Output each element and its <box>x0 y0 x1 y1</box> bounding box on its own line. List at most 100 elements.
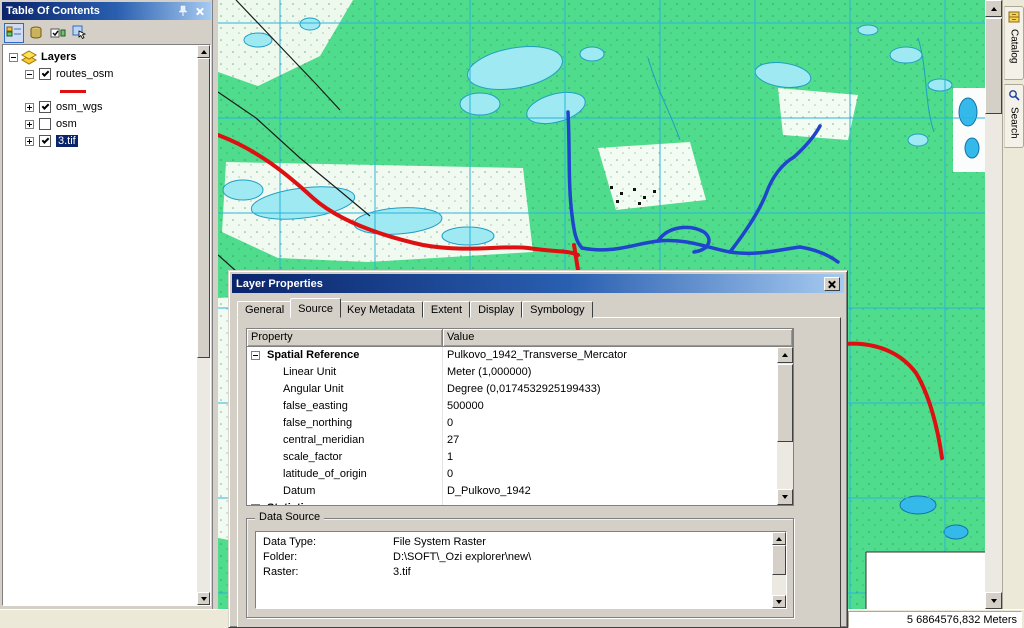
tab-general[interactable]: General <box>237 301 292 318</box>
layer-checkbox[interactable] <box>39 135 51 147</box>
list-by-visibility-button[interactable] <box>48 23 68 43</box>
value-cell <box>443 500 777 505</box>
property-cell: false_northing <box>247 415 443 432</box>
scroll-up-button[interactable] <box>197 45 210 58</box>
toc-tree-area: Layers routes_osm osm_wgsosm 3.tif <box>2 44 211 606</box>
toc-titlebar[interactable]: Table Of Contents <box>2 2 211 20</box>
column-header-property[interactable]: Property <box>247 329 443 347</box>
check-icon <box>42 102 50 110</box>
expander-minus-icon[interactable] <box>9 53 18 62</box>
value-cell: Pulkovo_1942_Transverse_Mercator <box>443 347 777 364</box>
close-icon[interactable] <box>192 5 207 18</box>
layer-item-routes-osm[interactable]: routes_osm <box>3 66 197 83</box>
arcmap-window: Table Of Contents Layers routes_osm osm_wg… <box>0 0 1024 628</box>
tab-display[interactable]: Display <box>470 301 522 318</box>
scroll-thumb[interactable] <box>985 18 1002 114</box>
layer-item-3-tif[interactable]: 3.tif <box>3 133 197 150</box>
side-tab-label: Catalog <box>1009 29 1020 63</box>
grid-row-spatial-reference[interactable]: Spatial ReferencePulkovo_1942_Transverse… <box>247 347 777 364</box>
layer-checkbox[interactable] <box>39 68 51 80</box>
side-tab-search[interactable]: Search <box>1004 84 1024 148</box>
property-name: Linear Unit <box>283 366 336 378</box>
autohide-tab-strip: Catalog Search <box>1002 0 1024 609</box>
grid-row-linear-unit[interactable]: Linear UnitMeter (1,000000) <box>247 364 777 381</box>
side-tab-label: Search <box>1009 107 1020 139</box>
scroll-up-button[interactable] <box>985 0 1002 17</box>
scroll-down-button[interactable] <box>772 595 786 608</box>
tab-source[interactable]: Source <box>290 298 341 318</box>
tab-symbology[interactable]: Symbology <box>522 301 592 318</box>
column-header-value[interactable]: Value <box>443 329 793 347</box>
field-label: Folder: <box>263 551 393 566</box>
tab-key-metadata[interactable]: Key Metadata <box>339 301 423 318</box>
map-scrollbar[interactable] <box>985 0 1002 609</box>
layer-checkbox[interactable] <box>39 101 51 113</box>
value-cell: 0 <box>443 466 777 483</box>
groupbox-label: Data Source <box>255 511 324 523</box>
check-icon <box>42 69 50 77</box>
expander-plus-icon[interactable] <box>251 504 260 505</box>
list-by-source-button[interactable] <box>26 23 46 43</box>
layer-label[interactable]: osm <box>56 118 77 130</box>
property-cell: Angular Unit <box>247 381 443 398</box>
property-grid: Property Value Spatial ReferencePulkovo_… <box>246 328 794 506</box>
property-name: Angular Unit <box>283 383 344 395</box>
property-value: Degree (0,0174532925199433) <box>447 383 601 395</box>
toc-scrollbar[interactable] <box>197 45 210 605</box>
scroll-up-button[interactable] <box>777 347 793 363</box>
layer-label[interactable]: osm_wgs <box>56 101 102 113</box>
scroll-up-button[interactable] <box>772 532 786 545</box>
tab-extent[interactable]: Extent <box>423 301 470 318</box>
layer-label[interactable]: 3.tif <box>56 135 78 147</box>
expander-minus-icon[interactable] <box>25 70 34 79</box>
expander-plus-icon[interactable] <box>25 103 34 112</box>
grid-row-latitude-of-origin[interactable]: latitude_of_origin0 <box>247 466 777 483</box>
property-value: 0 <box>447 417 453 429</box>
pin-icon[interactable] <box>175 5 190 18</box>
property-value: 0 <box>447 468 453 480</box>
search-icon <box>1008 89 1020 104</box>
table-of-contents-panel: Table Of Contents Layers routes_osm osm_wg… <box>0 0 213 609</box>
layer-legend-symbol[interactable] <box>60 90 86 93</box>
grid-scrollbar[interactable] <box>777 347 793 505</box>
layer-checkbox[interactable] <box>39 118 51 130</box>
scroll-down-button[interactable] <box>985 592 1002 609</box>
property-cell: Linear Unit <box>247 364 443 381</box>
scroll-down-button[interactable] <box>777 489 793 505</box>
dialog-title: Layer Properties <box>236 278 824 290</box>
dialog-titlebar[interactable]: Layer Properties <box>232 274 844 293</box>
data-source-textbox[interactable]: Data Type:File System RasterFolder:D:\SO… <box>255 531 787 609</box>
grid-row-statistics[interactable]: Statistics <box>247 500 777 505</box>
close-icon[interactable] <box>824 277 840 291</box>
source-tab-page: Property Value Spatial ReferencePulkovo_… <box>237 317 841 628</box>
grid-row-scale-factor[interactable]: scale_factor1 <box>247 449 777 466</box>
layer-label[interactable]: routes_osm <box>56 68 113 80</box>
data-source-groupbox: Data Source Data Type:File System Raster… <box>246 518 794 618</box>
grid-row-angular-unit[interactable]: Angular Unit Degree (0,0174532925199433) <box>247 381 777 398</box>
expander-minus-icon[interactable] <box>251 351 260 360</box>
data-source-text: Data Type:File System RasterFolder:D:\SO… <box>256 536 771 608</box>
list-by-selection-button[interactable] <box>70 23 90 43</box>
scroll-thumb[interactable] <box>197 58 210 358</box>
property-value: 27 <box>447 434 459 446</box>
scroll-down-button[interactable] <box>197 592 210 605</box>
property-name: Statistics <box>267 502 316 505</box>
grid-row-datum[interactable]: DatumD_Pulkovo_1942 <box>247 483 777 500</box>
grid-row-central-meridian[interactable]: central_meridian27 <box>247 432 777 449</box>
list-by-drawing-order-button[interactable] <box>4 23 24 43</box>
expander-plus-icon[interactable] <box>25 120 34 129</box>
expander-plus-icon[interactable] <box>25 137 34 146</box>
scroll-thumb[interactable] <box>777 364 793 442</box>
layer-properties-dialog: Layer Properties GeneralSourceKey Metada… <box>228 270 848 628</box>
dialog-tab-bar: GeneralSourceKey MetadataExtentDisplaySy… <box>237 298 593 318</box>
field-value: 3.tif <box>393 566 771 581</box>
data-source-scrollbar[interactable] <box>772 532 786 608</box>
side-tab-catalog[interactable]: Catalog <box>1004 6 1024 80</box>
layer-item-osm-wgs[interactable]: osm_wgs <box>3 99 197 116</box>
scroll-thumb[interactable] <box>772 545 786 575</box>
grid-row-false-easting[interactable]: false_easting500000 <box>247 398 777 415</box>
layer-group-row[interactable]: Layers <box>3 49 197 66</box>
value-cell: 1 <box>443 449 777 466</box>
grid-row-false-northing[interactable]: false_northing 0 <box>247 415 777 432</box>
layer-item-osm[interactable]: osm <box>3 116 197 133</box>
